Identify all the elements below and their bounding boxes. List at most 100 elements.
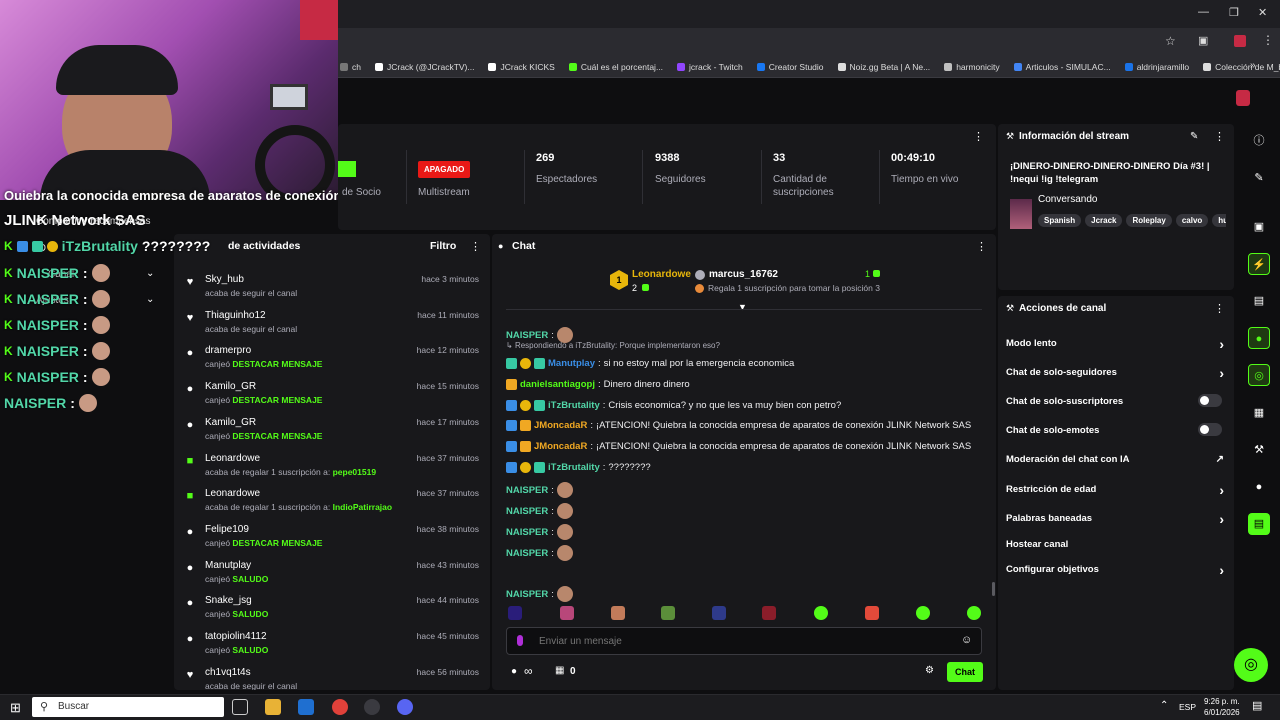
emote-icon[interactable]	[560, 606, 574, 620]
task-view-icon[interactable]	[232, 699, 248, 715]
chat-username[interactable]: iTzBrutality	[548, 400, 600, 411]
chat-username[interactable]: JMoncadaR	[534, 420, 587, 431]
category-name[interactable]: Conversando	[1038, 194, 1097, 205]
actions-menu-icon[interactable]: ⋮	[1214, 302, 1225, 315]
activity-item[interactable]: ● dramerpro canjeó DESTACAR MENSAJE hace 12…	[174, 343, 490, 379]
channel-action-row[interactable]: Chat de solo-seguidores ›	[1006, 365, 1228, 381]
file-explorer-icon[interactable]	[265, 699, 281, 715]
chat-message[interactable]: Manutplay: si no estoy mal por la emergen…	[506, 358, 794, 369]
toggle-switch[interactable]	[1198, 394, 1222, 407]
discord-icon[interactable]	[397, 699, 413, 715]
top-gifter-2-name[interactable]: marcus_16762	[709, 269, 778, 280]
activity-item[interactable]: ♥ Sky_hub acaba de seguir el canal hace 3 m…	[174, 272, 490, 308]
points-icon[interactable]: ●	[1248, 476, 1270, 498]
chat-icon[interactable]: ●	[1248, 327, 1270, 349]
chat-message[interactable]: danielsantiagopj: Dinero dinero dinero	[506, 379, 690, 390]
chat-username[interactable]: NAISPER	[506, 548, 548, 559]
chat-scrollbar[interactable]	[992, 582, 995, 596]
bookmarks-overflow-icon[interactable]: »	[1250, 60, 1256, 71]
taskbar-search[interactable]: ⚲ Buscar	[32, 697, 224, 717]
chat-username[interactable]: JMoncadaR	[534, 441, 587, 452]
info-menu-icon[interactable]: ⋮	[1214, 130, 1225, 143]
bookmark-item[interactable]: Articulos - SIMULAC...	[1013, 62, 1111, 72]
channel-avatar[interactable]	[1236, 90, 1250, 106]
microphone-icon[interactable]	[517, 635, 523, 646]
chat-message[interactable]: NAISPER:	[506, 545, 573, 561]
emote-icon[interactable]	[611, 606, 625, 620]
help-icon[interactable]: ◎	[1234, 648, 1268, 682]
layout-icon[interactable]: ▦	[1248, 402, 1270, 424]
chat-menu-icon[interactable]: ⋮	[976, 240, 987, 253]
channel-action-row[interactable]: Modo lento ›	[1006, 336, 1228, 352]
minimize-icon[interactable]: —	[1198, 6, 1209, 18]
clock-time[interactable]: 9:26 p. m.	[1204, 697, 1240, 706]
emote-icon[interactable]	[508, 606, 522, 620]
channel-action-row[interactable]: Chat de solo-emotes	[1006, 423, 1228, 436]
activity-item[interactable]: ■ Leonardowe acaba de regalar 1 suscripció…	[174, 486, 490, 522]
top-gifter-1-name[interactable]: Leonardowe	[632, 269, 691, 280]
chat-input-box[interactable]: ☺	[506, 627, 982, 655]
lightning-icon[interactable]: ⚡	[1248, 253, 1270, 275]
activity-item[interactable]: ● Snake_jsg canjeó SALUDO hace 44 minutos	[174, 593, 490, 629]
chat-username[interactable]: NAISPER	[506, 527, 548, 538]
chat-username[interactable]: NAISPER	[506, 589, 548, 600]
activity-user[interactable]: Felipe109	[205, 524, 249, 535]
stream-tag[interactable]: Spanish	[1038, 214, 1082, 227]
bookmark-item[interactable]: aldrinjaramillo	[1124, 62, 1189, 72]
chat-username[interactable]: Manutplay	[548, 358, 595, 369]
windows-start-icon[interactable]: ⊞	[10, 700, 21, 716]
collapse-icon[interactable]: ▼	[738, 302, 747, 312]
chat-settings-icon[interactable]: ⚙	[925, 665, 934, 676]
activity-menu-icon[interactable]: ⋮	[470, 240, 481, 253]
notifications-icon[interactable]: ▤	[1252, 699, 1262, 712]
chat-username[interactable]: NAISPER	[506, 485, 548, 496]
stats-menu-icon[interactable]: ⋮	[973, 130, 984, 143]
activity-item[interactable]: ● Kamilo_GR canjeó DESTACAR MENSAJE hace 17…	[174, 415, 490, 451]
channel-action-row[interactable]: Chat de solo-suscriptores	[1006, 394, 1228, 407]
emoji-icon[interactable]: ☺	[961, 634, 972, 646]
emote-icon[interactable]	[712, 606, 726, 620]
activity-user[interactable]: Leonardowe	[205, 453, 260, 464]
activity-user[interactable]: Sky_hub	[205, 274, 244, 285]
activity-user[interactable]: Kamilo_GR	[205, 417, 256, 428]
channel-action-row[interactable]: Palabras baneadas ›	[1006, 511, 1228, 527]
stream-tag[interactable]: Roleplay	[1126, 214, 1172, 227]
stream-tag[interactable]: hu	[1212, 214, 1226, 227]
stream-tag[interactable]: calvo	[1175, 214, 1209, 227]
browser-menu-icon[interactable]: ⋮	[1262, 33, 1274, 47]
emote-icon[interactable]	[762, 606, 776, 620]
activity-item[interactable]: ♥ Thiaguinho12 acaba de seguir el canal hac…	[174, 308, 490, 344]
emote-icon[interactable]	[916, 606, 930, 620]
channel-action-row[interactable]: Configurar objetivos ›	[1006, 562, 1228, 578]
chat-message[interactable]: NAISPER:	[506, 482, 573, 498]
language-indicator[interactable]: ESP	[1179, 702, 1196, 712]
stream-tag[interactable]: Jcrack	[1085, 214, 1123, 227]
capture-icon[interactable]: ▣	[1248, 216, 1270, 238]
bookmark-item[interactable]: JCrack KICKS	[488, 62, 555, 72]
channel-action-row[interactable]: Restricción de edad ›	[1006, 482, 1228, 498]
bookmark-item[interactable]: jcrack - Twitch	[677, 62, 743, 72]
profile-icon[interactable]	[1234, 35, 1246, 47]
chrome-icon[interactable]	[332, 699, 348, 715]
chat-message[interactable]: iTzBrutality:????????	[506, 462, 651, 473]
chat-message[interactable]: NAISPER:	[506, 503, 573, 519]
chat-username[interactable]: NAISPER	[506, 330, 548, 341]
activity-item[interactable]: ● Felipe109 canjeó DESTACAR MENSAJE hace 38…	[174, 522, 490, 558]
chat-message[interactable]: JMoncadaR: ¡ATENCION! Quiebra la conocida…	[506, 441, 971, 452]
chat-username[interactable]: iTzBrutality	[548, 462, 600, 473]
close-icon[interactable]: ✕	[1258, 6, 1267, 19]
bookmark-item[interactable]: Creator Studio	[756, 62, 824, 72]
emote-icon[interactable]	[865, 606, 879, 620]
activity-user[interactable]: Kamilo_GR	[205, 381, 256, 392]
pencil-icon[interactable]: ✎	[1248, 167, 1270, 189]
chevron-down-icon[interactable]: ⌄	[146, 268, 154, 279]
tray-chevron-icon[interactable]: ⌃	[1160, 700, 1168, 711]
chat-username[interactable]: NAISPER	[506, 506, 548, 517]
chevron-down-icon[interactable]: ⌄	[146, 294, 154, 305]
channel-action-row[interactable]: Hostear canal	[1006, 539, 1228, 550]
chat-message-input[interactable]	[539, 633, 939, 649]
channel-action-row[interactable]: Moderación del chat con IA ↗	[1006, 454, 1228, 465]
chat-message[interactable]: iTzBrutality: Crisis economica? y no que …	[506, 400, 841, 411]
activity-item[interactable]: ● Manutplay canjeó SALUDO hace 43 minutos	[174, 558, 490, 594]
outlook-icon[interactable]	[298, 699, 314, 715]
